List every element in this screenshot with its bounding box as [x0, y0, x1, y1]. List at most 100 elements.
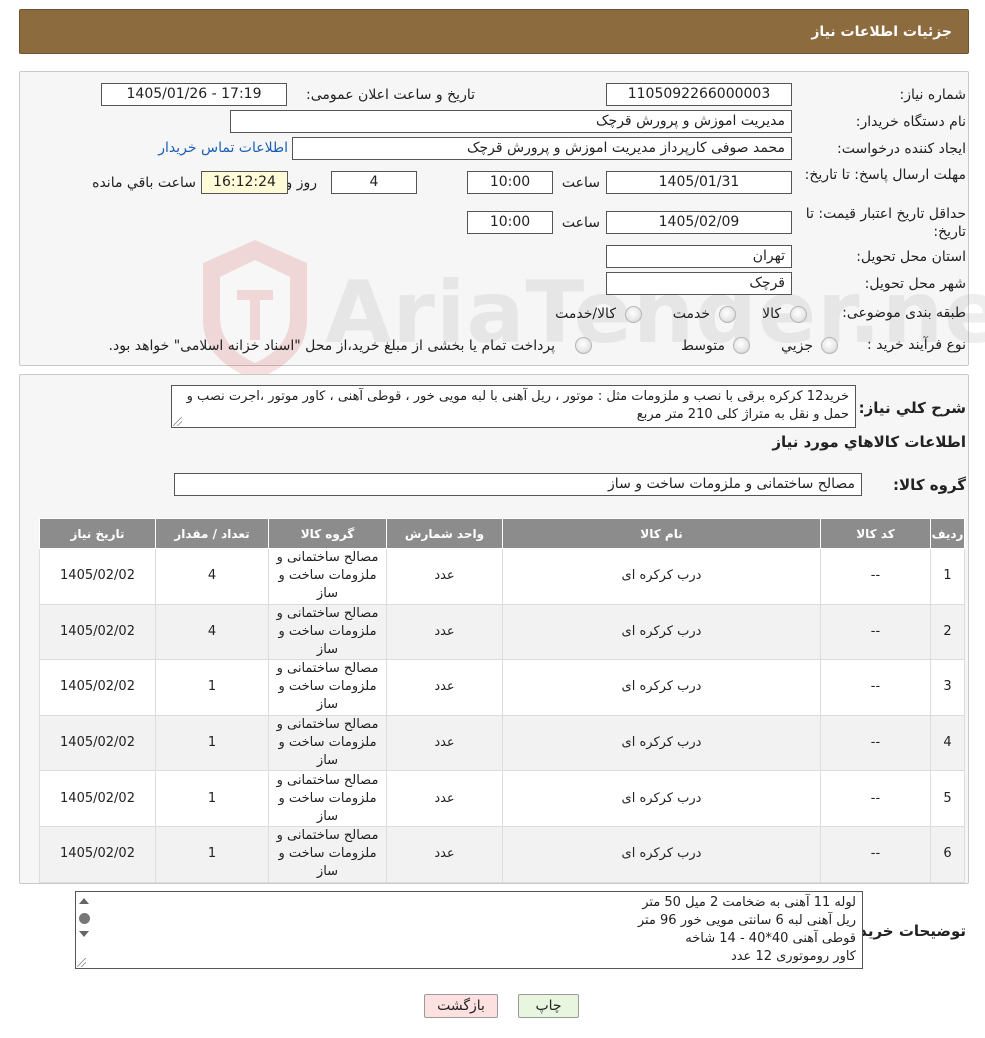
- remaining-time-label: ساعت باقي مانده: [92, 175, 196, 191]
- validity-time-field: 10:00: [467, 211, 553, 234]
- row-name: درب کرکره ای: [502, 825, 821, 883]
- row-group: مصالح ساختمانی و ملزومات ساخت و ساز: [268, 603, 387, 661]
- row-name: درب کرکره ای: [502, 603, 821, 661]
- row-group: مصالح ساختمانی و ملزومات ساخت و ساز: [268, 659, 387, 716]
- row-unit: عدد: [386, 548, 503, 605]
- process-option-minor: جزیي: [781, 338, 813, 354]
- table-row: 1 -- درب کرکره ای عدد مصالح ساختمانی و م…: [39, 548, 965, 605]
- announce-datetime-field: 1405/01/26 - 17:19: [101, 83, 287, 106]
- note-line: قوطی آهنی 40*40 - 14 شاخه: [685, 931, 856, 946]
- row-group: مصالح ساختمانی و ملزومات ساخت و ساز: [268, 825, 387, 883]
- row-code: --: [820, 603, 931, 661]
- buyer-notes-textarea[interactable]: لوله 11 آهنی به ضخامت 2 میل 50 متر ریل آ…: [75, 891, 863, 969]
- category-radio-goods-service[interactable]: [625, 306, 642, 323]
- remaining-time-field: 16:12:24: [201, 171, 288, 194]
- row-code: --: [820, 659, 931, 716]
- city-field: قرچک: [606, 272, 792, 295]
- reply-date-field: 1405/01/31: [606, 171, 792, 194]
- row-qty: 1: [155, 770, 269, 827]
- row-group: مصالح ساختمانی و ملزومات ساخت و ساز: [268, 770, 387, 827]
- process-checkbox-treasury[interactable]: [575, 337, 592, 354]
- col-header-name: نام کالا: [502, 518, 821, 549]
- validity-time-label: ساعت: [561, 215, 600, 231]
- table-header-row: ردیف کد کالا نام کالا واحد شمارش گروه کا…: [39, 518, 965, 549]
- requester-field: محمد صوفی کارپرداز مدیریت اموزش و پرورش …: [292, 137, 792, 160]
- row-date: 1405/02/02: [39, 548, 156, 605]
- page-header: جزئیات اطلاعات نیاز: [19, 9, 969, 54]
- scroll-thumb[interactable]: [79, 913, 90, 924]
- print-button[interactable]: چاپ: [518, 994, 579, 1018]
- row-date: 1405/02/02: [39, 603, 156, 661]
- category-radio-goods[interactable]: [790, 306, 807, 323]
- price-validity-label: حداقل تاریخ اعتبار قیمت: تا تاریخ:: [805, 206, 966, 240]
- row-unit: عدد: [386, 825, 503, 883]
- row-index: 4: [930, 714, 965, 772]
- back-button[interactable]: بازگشت: [424, 994, 498, 1018]
- reply-time-label: ساعت: [561, 175, 600, 191]
- announce-label: تاریخ و ساعت اعلان عمومی:: [306, 87, 475, 103]
- note-line: کاور روموتوری 12 عدد: [730, 949, 856, 964]
- row-index: 6: [930, 825, 965, 883]
- province-label: استان محل تحویل:: [856, 249, 966, 265]
- days-remaining-field: 4: [331, 171, 417, 194]
- row-index: 1: [930, 548, 965, 605]
- category-option-goods-service: کالا/خدمت: [555, 306, 616, 322]
- col-header-date: تاریخ نیاز: [39, 518, 156, 549]
- process-label: نوع فرآیند خرید :: [867, 337, 966, 353]
- row-index: 3: [930, 659, 965, 716]
- process-option-medium: متوسط: [681, 338, 725, 354]
- reply-deadline-label: مهلت ارسال پاسخ: تا تاریخ:: [804, 167, 966, 183]
- treasury-note: پرداخت تمام یا بخشی از مبلغ خرید،از محل …: [108, 338, 555, 354]
- row-code: --: [820, 548, 931, 605]
- process-radio-medium[interactable]: [733, 337, 750, 354]
- col-header-code: کد کالا: [820, 518, 931, 549]
- row-qty: 1: [155, 714, 269, 772]
- note-line: ریل آهنی لبه 6 سانتی مویی خور 96 متر: [637, 913, 856, 928]
- table-row: 2 -- درب کرکره ای عدد مصالح ساختمانی و م…: [39, 603, 965, 661]
- category-option-service: خدمت: [672, 306, 710, 322]
- row-unit: عدد: [386, 714, 503, 772]
- resize-handle-icon[interactable]: [173, 417, 182, 426]
- validity-date-field: 1405/02/09: [606, 211, 792, 234]
- process-radio-minor[interactable]: [821, 337, 838, 354]
- category-label: طبقه بندی موضوعی:: [842, 305, 966, 321]
- resize-handle-icon[interactable]: [77, 958, 86, 967]
- row-date: 1405/02/02: [39, 659, 156, 716]
- scroll-up-icon[interactable]: [79, 898, 89, 904]
- table-row: 3 -- درب کرکره ای عدد مصالح ساختمانی و م…: [39, 659, 965, 716]
- scroll-down-icon[interactable]: [79, 931, 89, 937]
- row-name: درب کرکره ای: [502, 659, 821, 716]
- summary-label: شرح کلي نیاز:: [858, 399, 966, 417]
- row-unit: عدد: [386, 603, 503, 661]
- need-number-field: 1105092266000003: [606, 83, 792, 106]
- reply-time-field: 10:00: [467, 171, 553, 194]
- goods-table: ردیف کد کالا نام کالا واحد شمارش گروه کا…: [39, 518, 965, 883]
- days-label: روز و: [285, 175, 318, 191]
- row-qty: 1: [155, 659, 269, 716]
- buyer-org-label: نام دستگاه خریدار:: [855, 114, 966, 130]
- row-group: مصالح ساختمانی و ملزومات ساخت و ساز: [268, 548, 387, 605]
- row-index: 5: [930, 770, 965, 827]
- goods-group-label: گروه کالا:: [893, 476, 966, 494]
- summary-textarea[interactable]: خرید12 کرکره برقی با نصب و ملزومات مثل :…: [171, 385, 856, 428]
- row-code: --: [820, 714, 931, 772]
- row-qty: 1: [155, 825, 269, 883]
- row-code: --: [820, 770, 931, 827]
- city-label: شهر محل تحویل:: [864, 276, 966, 292]
- row-date: 1405/02/02: [39, 714, 156, 772]
- category-option-goods: کالا: [762, 306, 781, 322]
- category-radio-service[interactable]: [719, 306, 736, 323]
- page-title: جزئیات اطلاعات نیاز: [811, 24, 952, 40]
- province-field: تهران: [606, 245, 792, 268]
- table-row: 4 -- درب کرکره ای عدد مصالح ساختمانی و م…: [39, 714, 965, 772]
- row-name: درب کرکره ای: [502, 548, 821, 605]
- buyer-contact-link[interactable]: اطلاعات تماس خریدار: [158, 140, 288, 156]
- col-header-unit: واحد شمارش: [386, 518, 503, 549]
- col-header-group: گروه کالا: [268, 518, 387, 549]
- row-unit: عدد: [386, 659, 503, 716]
- goods-group-field: مصالح ساختمانی و ملزومات ساخت و ساز: [174, 473, 862, 496]
- col-header-qty: تعداد / مقدار: [155, 518, 269, 549]
- row-unit: عدد: [386, 770, 503, 827]
- note-line: لوله 11 آهنی به ضخامت 2 میل 50 متر: [642, 895, 856, 910]
- row-date: 1405/02/02: [39, 770, 156, 827]
